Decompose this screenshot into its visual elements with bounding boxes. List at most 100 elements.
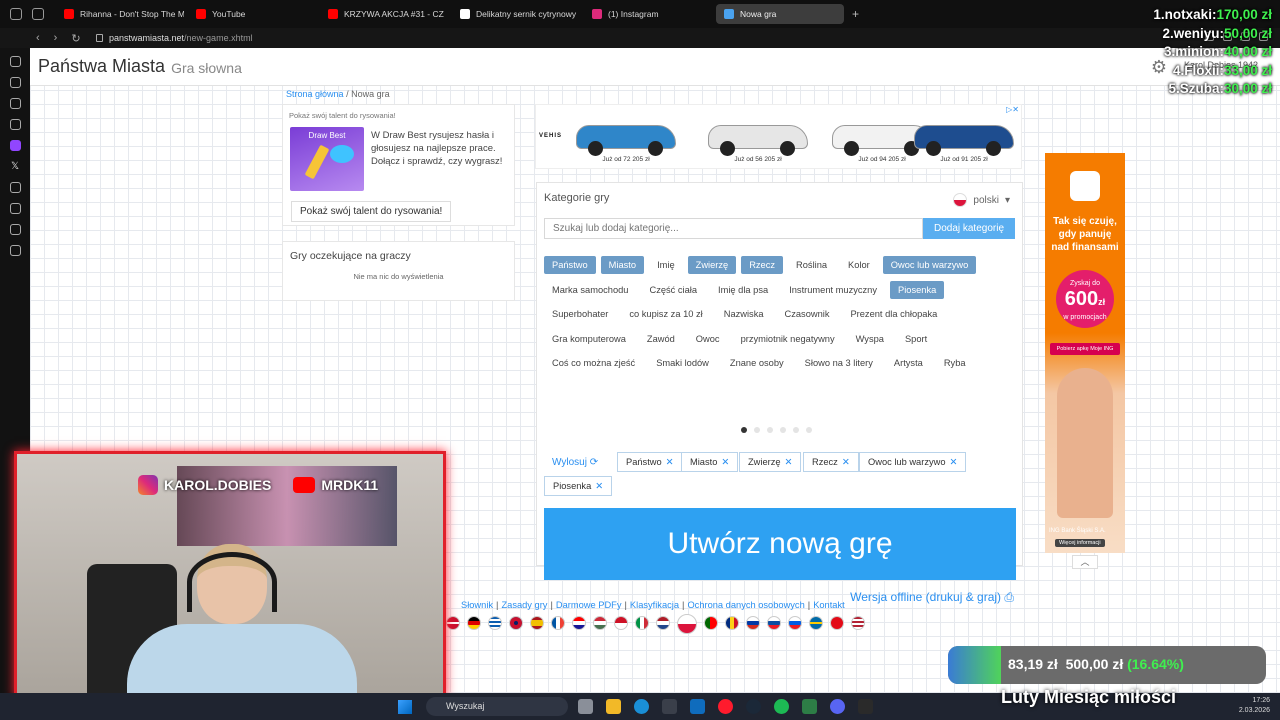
- category-chip[interactable]: Superbohater: [544, 305, 616, 323]
- category-chip[interactable]: Czasownik: [777, 305, 838, 323]
- draw-best-button[interactable]: Pokaż swój talent do rysowania!: [291, 201, 452, 222]
- player-icon[interactable]: [9, 182, 21, 193]
- category-chip[interactable]: Znane osoby: [722, 354, 792, 372]
- workspaces-icon[interactable]: [10, 8, 22, 20]
- category-chip[interactable]: przymiotnik negatywny: [733, 330, 843, 348]
- offline-version-link[interactable]: Wersja offline (drukuj & graj) ⎙: [850, 590, 1014, 605]
- scroll-up-button[interactable]: ︿: [1072, 555, 1098, 569]
- category-chip[interactable]: Słowo na 3 litery: [797, 354, 881, 372]
- category-chip[interactable]: Smaki lodów: [648, 354, 717, 372]
- opera-icon[interactable]: [718, 699, 733, 714]
- flag-turkey-icon[interactable]: [830, 616, 844, 630]
- remove-category-icon[interactable]: ✕: [721, 457, 729, 467]
- category-chip[interactable]: Część ciała: [641, 281, 705, 299]
- category-chip[interactable]: Wyspa: [848, 330, 892, 348]
- category-chip[interactable]: Nazwiska: [716, 305, 772, 323]
- remove-category-icon[interactable]: ✕: [785, 457, 793, 467]
- category-chip[interactable]: Rzecz: [741, 256, 784, 275]
- ad-car[interactable]: Już od 56 205 zł: [704, 111, 812, 165]
- xbox-icon[interactable]: [802, 699, 817, 714]
- flag-croatia-icon[interactable]: [572, 616, 586, 630]
- store-icon[interactable]: [662, 699, 677, 714]
- steam-icon[interactable]: [746, 699, 761, 714]
- flag-slovakia-icon[interactable]: [767, 616, 781, 630]
- footer-link[interactable]: Darmowe PDFy: [556, 600, 622, 610]
- footer-link[interactable]: Kontakt: [813, 600, 845, 610]
- category-search-input[interactable]: [544, 218, 923, 239]
- ad-close-icon[interactable]: ▷✕: [1006, 105, 1019, 114]
- new-tab-button[interactable]: +: [846, 7, 865, 21]
- pagination-dot[interactable]: [754, 427, 760, 433]
- create-game-button[interactable]: Utwórz nową grę: [544, 508, 1016, 580]
- browser-tab[interactable]: YouTube: [188, 4, 316, 24]
- spotify-icon[interactable]: [774, 699, 789, 714]
- category-chip[interactable]: Kolor: [840, 256, 878, 274]
- remove-category-icon[interactable]: ✕: [595, 481, 603, 491]
- footer-link[interactable]: Klasyfikacja: [630, 600, 679, 610]
- m-icon[interactable]: [9, 119, 21, 130]
- task-view-icon[interactable]: [578, 699, 593, 714]
- category-chip[interactable]: Roślina: [788, 256, 835, 274]
- url-field[interactable]: panstwamiasta.net/new-game.xhtml: [96, 33, 253, 43]
- messenger-icon[interactable]: [9, 56, 21, 67]
- flag-hungary-icon[interactable]: [593, 616, 607, 630]
- mail-icon[interactable]: [690, 699, 705, 714]
- category-chip[interactable]: co kupisz za 10 zł: [621, 305, 710, 323]
- x-icon[interactable]: 𝕏: [10, 161, 21, 172]
- browser-tab[interactable]: Rihanna - Don't Stop The M: [56, 4, 184, 24]
- reload-icon[interactable]: ↻: [71, 32, 80, 45]
- flag-germany-icon[interactable]: [467, 616, 481, 630]
- category-chip[interactable]: Państwo: [544, 256, 596, 275]
- browser-tab[interactable]: Nowa gra: [716, 4, 844, 24]
- settings-icon[interactable]: [9, 245, 21, 256]
- remove-category-icon[interactable]: ✕: [950, 457, 958, 467]
- footer-link[interactable]: Słownik: [461, 600, 493, 610]
- draw-best-image[interactable]: Draw Best: [290, 127, 364, 191]
- pagination-dot[interactable]: [767, 427, 773, 433]
- pagination-dot[interactable]: [780, 427, 786, 433]
- flag-greece-icon[interactable]: [488, 616, 502, 630]
- flag-italy-icon[interactable]: [635, 616, 649, 630]
- language-select[interactable]: polski ▾: [953, 193, 1010, 207]
- category-chip[interactable]: Instrument muzyczny: [781, 281, 885, 299]
- ad-more-info[interactable]: Więcej informacji: [1055, 539, 1105, 547]
- category-chip[interactable]: Zwierzę: [687, 256, 737, 275]
- windows-start-icon[interactable]: [398, 700, 412, 714]
- system-clock[interactable]: 17:26 2.03.2026: [1239, 696, 1270, 716]
- breadcrumb-home[interactable]: Strona główna: [286, 89, 344, 99]
- browser-tab[interactable]: KRZYWA AKCJA #31 - CZ: [320, 4, 448, 24]
- category-chip[interactable]: Gra komputerowa: [544, 330, 634, 348]
- browser-tab[interactable]: Delikatny sernik cytrynowy: [452, 4, 580, 24]
- remove-category-icon[interactable]: ✕: [842, 457, 850, 467]
- ad-car[interactable]: Już od 72 205 zł: [572, 111, 680, 165]
- flag-france-icon[interactable]: [551, 616, 565, 630]
- flag-sweden-icon[interactable]: [809, 616, 823, 630]
- ad-car[interactable]: Już od 91 205 zł: [910, 111, 1018, 165]
- category-chip[interactable]: Marka samochodu: [544, 281, 636, 299]
- forward-icon[interactable]: ›: [54, 32, 58, 45]
- site-title[interactable]: Państwa Miasta: [38, 56, 165, 77]
- flag-spain-icon[interactable]: [530, 616, 544, 630]
- footer-link[interactable]: Ochrona danych osobowych: [687, 600, 804, 610]
- twitch-icon[interactable]: [9, 140, 21, 151]
- shuffle-button[interactable]: Wylosuj ⟳: [552, 457, 598, 468]
- flag-portugal-icon[interactable]: [704, 616, 718, 630]
- wallet-icon[interactable]: [9, 98, 21, 109]
- ad-cta[interactable]: Pobierz apkę Moje ING: [1050, 343, 1120, 355]
- pagination-dot[interactable]: [806, 427, 812, 433]
- flag-romania-icon[interactable]: [725, 616, 739, 630]
- discord-icon[interactable]: [830, 699, 845, 714]
- category-chip[interactable]: Zawód: [639, 330, 683, 348]
- category-chip[interactable]: Coś co można zjeść: [544, 354, 643, 372]
- car-banner-ad[interactable]: VEHIS Już od 72 205 zł Już od 56 205 zł Ju…: [535, 104, 1022, 169]
- ing-side-ad[interactable]: Tak się czuję, gdy panuję nad finansami …: [1045, 153, 1125, 553]
- add-category-button[interactable]: Dodaj kategorię: [923, 218, 1015, 239]
- category-chip[interactable]: Ryba: [936, 354, 974, 372]
- category-chip[interactable]: Miasto: [600, 256, 645, 275]
- category-chip[interactable]: Prezent dla chłopaka: [842, 305, 945, 323]
- flag-slovenia-icon[interactable]: [788, 616, 802, 630]
- epic-games-icon[interactable]: [858, 699, 873, 714]
- flag-usa-icon[interactable]: [851, 616, 865, 630]
- flag-uk-icon[interactable]: [509, 616, 523, 630]
- category-chip[interactable]: Imię dla psa: [710, 281, 776, 299]
